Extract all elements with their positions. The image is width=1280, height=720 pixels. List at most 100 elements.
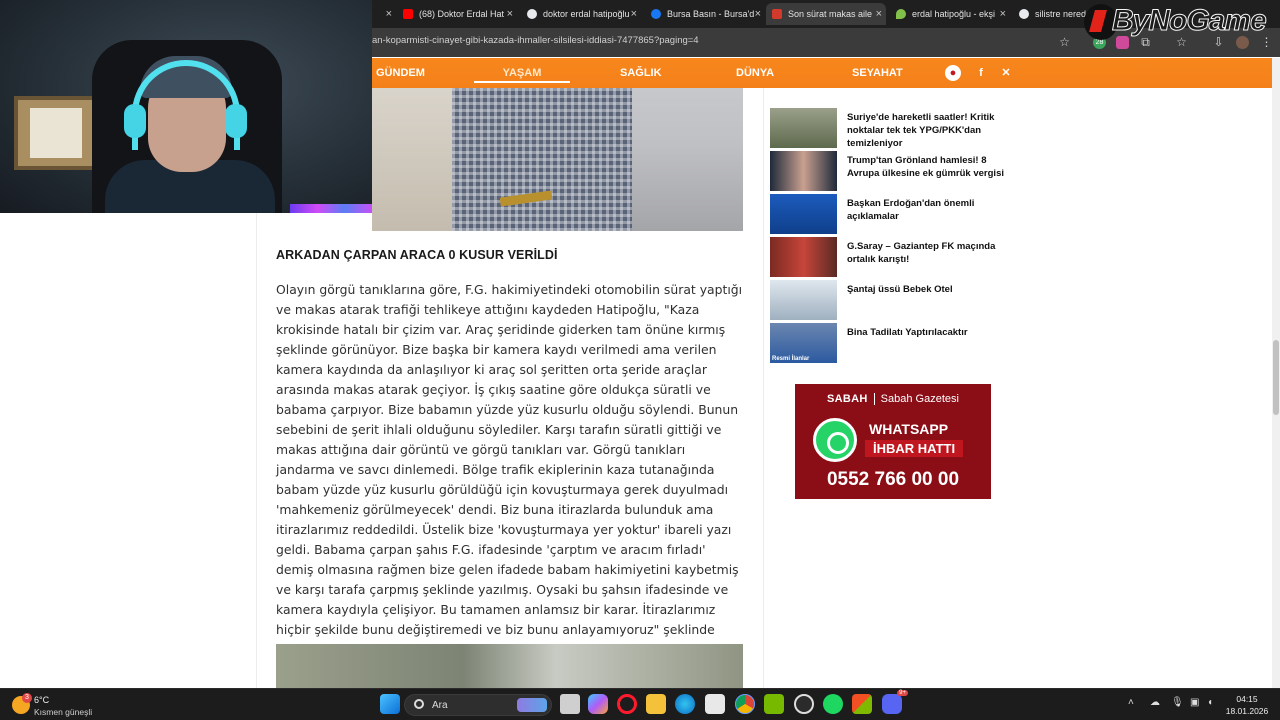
- close-icon[interactable]: ×: [386, 8, 392, 20]
- wall-certificate: [14, 96, 98, 170]
- sidebar-news-item[interactable]: Resmi İlanlar Bina Tadilatı Yaptırılacak…: [770, 323, 1002, 363]
- news-thumbnail: Resmi İlanlar: [770, 323, 837, 363]
- article-photo-bottom: [276, 644, 743, 688]
- news-tag: Resmi İlanlar: [772, 356, 810, 362]
- tab-label: Son sürat makas aile: [788, 9, 873, 19]
- ad-whatsapp-text: WHATSAPP: [869, 421, 949, 437]
- site-favicon-icon: [772, 9, 782, 19]
- tray-expand-icon[interactable]: ˄: [1128, 697, 1134, 708]
- steam-icon[interactable]: [794, 694, 814, 714]
- sidebar-news-item[interactable]: Trump'tan Grönland hamlesi! 8 Avrupa ülk…: [770, 151, 1005, 191]
- task-view-icon[interactable]: [560, 694, 580, 714]
- clock-time: 04:15: [1236, 694, 1258, 704]
- screen: × (68) Doktor Erdal Hat × doktor erdal ha…: [0, 0, 1280, 720]
- sabah-logo: SABAH: [827, 393, 875, 405]
- search-icon: [414, 699, 424, 709]
- store-icon[interactable]: [705, 694, 725, 714]
- headset-earcup: [225, 104, 247, 138]
- nvidia-icon[interactable]: [764, 694, 784, 714]
- close-icon[interactable]: ×: [631, 8, 637, 20]
- nav-seyahat[interactable]: SEYAHAT: [852, 67, 903, 79]
- google-icon: [1019, 9, 1029, 19]
- tab-label: Bursa Basın - Bursa'd: [667, 9, 755, 19]
- windows-start-icon[interactable]: [380, 694, 400, 714]
- spotify-icon[interactable]: [823, 694, 843, 714]
- brand-name: ByNoGame: [1112, 4, 1268, 38]
- facebook-icon: [651, 9, 661, 19]
- taskbar-search[interactable]: Ara: [404, 694, 552, 716]
- news-title[interactable]: Bina Tadilatı Yaptırılacaktır: [847, 326, 1005, 339]
- tab-youtube[interactable]: (68) Doktor Erdal Hat ×: [397, 3, 517, 25]
- webcam-overlay: [0, 0, 372, 213]
- news-title[interactable]: Başkan Erdoğan'dan önemli açıklamalar: [847, 197, 1005, 223]
- site-logo-icon[interactable]: ●: [945, 65, 961, 81]
- article-subheading: ARKADAN ÇARPAN ARACA 0 KUSUR VERİLDİ: [276, 248, 558, 262]
- weather-condition: Kısmen güneşli: [34, 707, 93, 717]
- close-icon[interactable]: ×: [755, 8, 761, 20]
- headset-earcup: [124, 104, 146, 138]
- nav-dunya[interactable]: DÜNYA: [736, 67, 774, 79]
- close-icon[interactable]: ×: [1000, 8, 1006, 20]
- file-explorer-icon[interactable]: [646, 694, 666, 714]
- clock-date: 18.01.2026: [1225, 706, 1269, 716]
- ad-ihbar-text: İHBAR HATTI: [865, 440, 964, 457]
- scrollbar-thumb[interactable]: [1273, 340, 1279, 415]
- news-thumbnail: [770, 194, 837, 234]
- whatsapp-icon: [813, 418, 857, 462]
- tab-facebook[interactable]: Bursa Basın - Bursa'd ×: [645, 3, 765, 25]
- tab-google-search-2[interactable]: silistre nerede: [1013, 3, 1093, 25]
- nav-yasam[interactable]: YAŞAM: [474, 67, 570, 83]
- bookmark-star-icon[interactable]: ☆: [1058, 36, 1071, 49]
- chrome-icon[interactable]: [735, 694, 755, 714]
- tab-active-article[interactable]: Son sürat makas aile ×: [766, 3, 886, 25]
- tab-google-search[interactable]: doktor erdal hatipoğlu ×: [521, 3, 641, 25]
- discord-icon[interactable]: 9+: [882, 690, 908, 714]
- edge-icon[interactable]: [675, 694, 695, 714]
- nav-gundem[interactable]: GÜNDEM: [376, 67, 425, 79]
- url-field[interactable]: an-koparmisti-cinayet-gibi-kazada-ihmall…: [372, 35, 699, 46]
- ad-phone-number: 0552 766 00 00: [826, 469, 960, 490]
- youtube-icon: [403, 9, 413, 19]
- streamer-brand-watermark: ByNoGame: [1082, 0, 1280, 46]
- news-title[interactable]: G.Saray – Gaziantep FK maçında ortalık k…: [847, 240, 1005, 266]
- eksi-icon: [896, 9, 906, 19]
- close-icon[interactable]: ×: [876, 8, 882, 20]
- tab-label: (68) Doktor Erdal Hat: [419, 9, 505, 19]
- discord-badge: 9+: [897, 690, 908, 696]
- sidebar-news-item[interactable]: Başkan Erdoğan'dan önemli açıklamalar: [770, 194, 1002, 234]
- microphone-icon[interactable]: 🎙: [1171, 697, 1184, 708]
- news-title[interactable]: Şantaj üssü Bebek Otel: [847, 283, 1005, 296]
- news-title[interactable]: Trump'tan Grönland hamlesi! 8 Avrupa ülk…: [847, 154, 1005, 180]
- sidebar-news-item[interactable]: Şantaj üssü Bebek Otel: [770, 280, 1002, 320]
- search-highlight-icon: [517, 698, 547, 712]
- nav-saglik[interactable]: SAĞLIK: [620, 67, 662, 79]
- news-thumbnail: [770, 237, 837, 277]
- tray-app-icon[interactable]: ☁: [1150, 697, 1160, 708]
- weather-badge: 3: [22, 693, 32, 703]
- article-paragraph: Olayın görgü tanıklarına göre, F.G. haki…: [276, 282, 743, 657]
- tab-label: erdal hatipoğlu - ekşi: [912, 9, 996, 19]
- news-thumbnail: [770, 108, 837, 148]
- network-icon[interactable]: ▣: [1190, 697, 1199, 708]
- tab-label: doktor erdal hatipoğlu: [543, 9, 630, 19]
- news-title[interactable]: Suriye'de hareketli saatler! Kritik nokt…: [847, 111, 1005, 150]
- led-strip: [290, 204, 372, 213]
- volume-icon[interactable]: ◖: [1207, 697, 1213, 708]
- close-icon[interactable]: ×: [507, 8, 513, 20]
- copilot-icon[interactable]: [588, 694, 608, 714]
- app-icon[interactable]: [852, 694, 872, 714]
- tab-eksi[interactable]: erdal hatipoğlu - ekşi ×: [890, 3, 1010, 25]
- x-twitter-icon[interactable]: ✕: [998, 65, 1014, 81]
- ad-label: Sabah Gazetesi: [880, 393, 959, 405]
- news-thumbnail: [770, 280, 837, 320]
- weather-temperature: 6°C: [34, 695, 50, 705]
- whatsapp-tip-line-ad[interactable]: SABAH Sabah Gazetesi WHATSAPP İHBAR HATTI…: [795, 384, 991, 499]
- ad-header: SABAH Sabah Gazetesi: [795, 393, 991, 405]
- photo-checked-shirt: [452, 88, 632, 231]
- tab-partial[interactable]: ×: [372, 3, 396, 25]
- system-clock[interactable]: 04:15 18.01.2026: [1222, 693, 1272, 717]
- facebook-icon[interactable]: f: [973, 65, 989, 81]
- sidebar-news-item[interactable]: G.Saray – Gaziantep FK maçında ortalık k…: [770, 237, 1002, 277]
- sidebar-news-item[interactable]: Suriye'de hareketli saatler! Kritik nokt…: [770, 108, 1005, 150]
- opera-icon[interactable]: [617, 694, 637, 714]
